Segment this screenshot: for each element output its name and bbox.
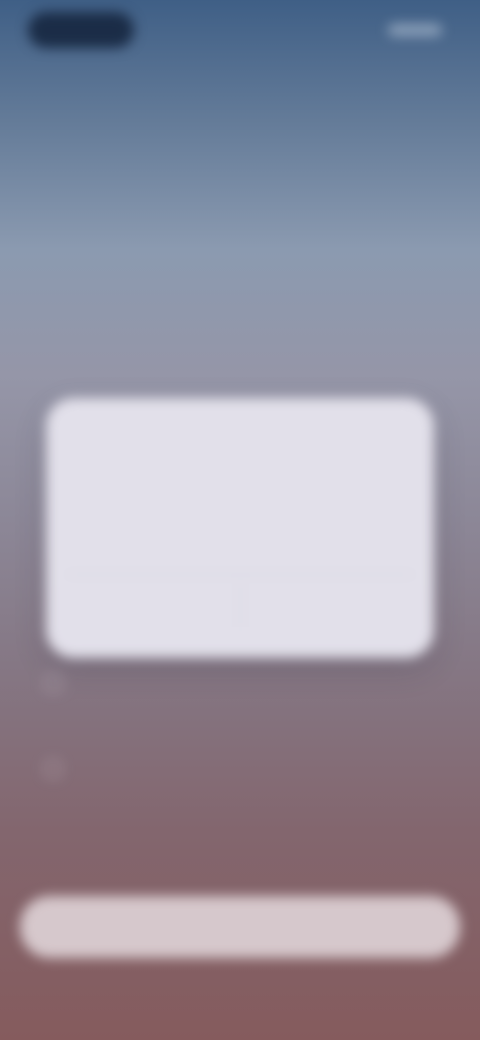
option-row-2[interactable]: [44, 760, 88, 778]
checkbox-icon[interactable]: [44, 760, 62, 778]
app-screen: [0, 0, 480, 1040]
blurred-content: [0, 0, 480, 1040]
alert-dialog: [46, 398, 434, 658]
status-bar-time-pill: [28, 12, 134, 48]
dialog-secondary-button[interactable]: [66, 575, 240, 637]
option-row-1[interactable]: [44, 674, 88, 692]
continue-button[interactable]: [20, 896, 460, 958]
dialog-actions: [66, 575, 414, 637]
checkbox-icon[interactable]: [44, 674, 62, 692]
dialog-primary-button[interactable]: [241, 575, 415, 637]
status-bar-indicators: [388, 24, 442, 36]
